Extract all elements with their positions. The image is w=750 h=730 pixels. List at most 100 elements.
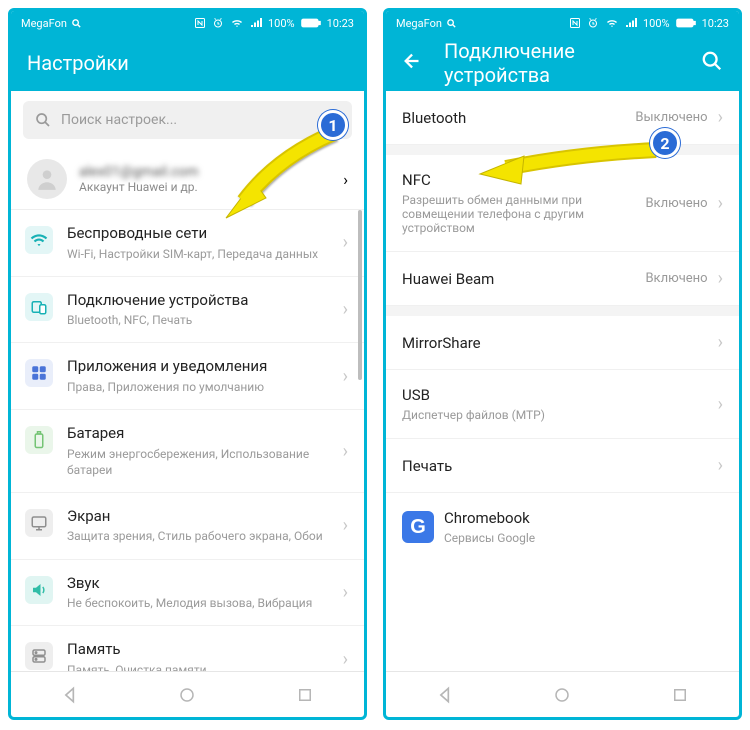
chevron-right-icon: › bbox=[718, 394, 723, 415]
settings-item-sound[interactable]: Звук Не беспокоить, Мелодия вызова, Вибр… bbox=[11, 560, 364, 627]
row-huawei-beam[interactable]: Huawei Beam Включено › bbox=[386, 252, 739, 306]
search-mini-icon bbox=[446, 18, 457, 29]
row-title: NFC bbox=[402, 171, 635, 189]
item-title: Беспроводные сети bbox=[67, 224, 329, 244]
battery-pct: 100% bbox=[643, 17, 670, 30]
android-navbar bbox=[11, 671, 364, 717]
section-divider bbox=[386, 145, 739, 155]
nfc-status-icon bbox=[194, 17, 206, 29]
search-mini-icon bbox=[71, 18, 82, 29]
wifi-icon bbox=[605, 17, 619, 29]
row-subtitle: Сервисы Google bbox=[444, 531, 654, 545]
search-button[interactable] bbox=[701, 50, 723, 76]
wifi-settings-icon bbox=[25, 226, 53, 254]
row-chromebook[interactable]: G Chromebook Сервисы Google bbox=[386, 493, 739, 561]
chevron-right-icon: › bbox=[343, 515, 348, 536]
chevron-right-icon: › bbox=[343, 649, 348, 670]
row-mirrorshare[interactable]: MirrorShare › bbox=[386, 316, 739, 370]
nav-back-button[interactable] bbox=[415, 685, 475, 705]
account-row[interactable]: alex01@gmail.com Аккаунт Huawei и др. › bbox=[11, 149, 364, 210]
item-title: Звук bbox=[67, 574, 329, 594]
row-title: USB bbox=[402, 386, 708, 404]
row-value: Выключено bbox=[635, 110, 707, 125]
row-subtitle: Разрешить обмен данными при совмещении т… bbox=[402, 193, 612, 235]
storage-icon bbox=[25, 642, 53, 670]
chevron-right-icon: › bbox=[343, 366, 348, 387]
settings-item-apps[interactable]: Приложения и уведомления Права, Приложен… bbox=[11, 343, 364, 410]
chevron-right-icon: › bbox=[718, 332, 723, 353]
page-title: Подключение устройства bbox=[444, 39, 681, 87]
row-title: MirrorShare bbox=[402, 334, 708, 352]
avatar bbox=[27, 159, 67, 199]
settings-item-display[interactable]: Экран Защита зрения, Стиль рабочего экра… bbox=[11, 493, 364, 560]
annotation-badge-1: 1 bbox=[318, 110, 348, 140]
back-button[interactable] bbox=[402, 50, 424, 76]
wifi-icon bbox=[230, 17, 244, 29]
page-title: Настройки bbox=[27, 51, 348, 75]
chevron-right-icon: › bbox=[343, 232, 348, 253]
status-bar: MegaFon 100% 10:23 bbox=[11, 11, 364, 35]
chevron-right-icon: › bbox=[343, 170, 348, 189]
item-subtitle: Не беспокоить, Мелодия вызова, Вибрация bbox=[67, 595, 329, 611]
item-subtitle: Bluetooth, NFC, Печать bbox=[67, 312, 329, 328]
search-input[interactable]: Поиск настроек... bbox=[23, 101, 352, 139]
alarm-icon bbox=[587, 17, 599, 29]
android-navbar bbox=[386, 671, 739, 717]
apps-icon bbox=[25, 359, 53, 387]
item-title: Память bbox=[67, 640, 329, 660]
phone-right-device-connectivity: MegaFon 100% 10:23 Подключение устройств… bbox=[383, 8, 742, 720]
carrier-label: MegaFon bbox=[21, 17, 67, 30]
display-icon bbox=[25, 509, 53, 537]
battery-pct: 100% bbox=[268, 17, 295, 30]
row-value: Включено bbox=[645, 271, 707, 286]
clock-label: 10:23 bbox=[702, 17, 729, 30]
nav-recents-button[interactable] bbox=[650, 686, 710, 704]
section-divider bbox=[386, 306, 739, 316]
row-subtitle: Диспетчер файлов (MTP) bbox=[402, 408, 612, 422]
connectivity-list: Bluetooth Выключено › NFC Разрешить обме… bbox=[386, 91, 739, 671]
item-subtitle: Режим энергосбережения, Использование ба… bbox=[67, 446, 329, 478]
settings-list: Беспроводные сети Wi-Fi, Настройки SIM-к… bbox=[11, 210, 364, 671]
search-placeholder: Поиск настроек... bbox=[61, 112, 177, 128]
account-sub: Аккаунт Huawei и др. bbox=[79, 180, 331, 194]
annotation-badge-2: 2 bbox=[650, 128, 680, 158]
row-title: Bluetooth bbox=[402, 109, 625, 127]
chevron-right-icon: › bbox=[343, 441, 348, 462]
chevron-right-icon: › bbox=[343, 582, 348, 603]
status-bar: MegaFon 100% 10:23 bbox=[386, 11, 739, 35]
phone-left-settings: MegaFon 100% 10:23 Настройки Поиск настр… bbox=[8, 8, 367, 720]
item-title: Экран bbox=[67, 507, 329, 527]
nav-recents-button[interactable] bbox=[275, 686, 335, 704]
chromebook-logo-icon: G bbox=[402, 511, 434, 543]
scrollbar[interactable] bbox=[358, 210, 362, 380]
row-title: Печать bbox=[402, 457, 708, 475]
item-subtitle: Память, Очистка памяти bbox=[67, 662, 329, 671]
nav-home-button[interactable] bbox=[157, 686, 217, 704]
appbar-device-connectivity: Подключение устройства bbox=[386, 35, 739, 91]
row-usb[interactable]: USB Диспетчер файлов (MTP) › bbox=[386, 370, 739, 439]
settings-item-storage[interactable]: Память Память, Очистка памяти › bbox=[11, 626, 364, 671]
row-title: Chromebook bbox=[444, 509, 723, 527]
nav-home-button[interactable] bbox=[532, 686, 592, 704]
nav-back-button[interactable] bbox=[40, 685, 100, 705]
chevron-right-icon: › bbox=[718, 268, 723, 289]
signal-icon bbox=[625, 17, 637, 29]
row-bluetooth[interactable]: Bluetooth Выключено › bbox=[386, 91, 739, 145]
item-title: Подключение устройства bbox=[67, 291, 329, 311]
device-connect-icon bbox=[25, 293, 53, 321]
item-title: Приложения и уведомления bbox=[67, 357, 329, 377]
row-value: Включено bbox=[645, 196, 707, 211]
account-email-blurred: alex01@gmail.com bbox=[79, 164, 331, 180]
item-subtitle: Права, Приложения по умолчанию bbox=[67, 379, 329, 395]
sound-icon bbox=[25, 576, 53, 604]
row-print[interactable]: Печать › bbox=[386, 439, 739, 493]
alarm-icon bbox=[212, 17, 224, 29]
settings-item-battery[interactable]: Батарея Режим энергосбережения, Использо… bbox=[11, 410, 364, 493]
appbar-settings: Настройки bbox=[11, 35, 364, 91]
settings-item-wireless[interactable]: Беспроводные сети Wi-Fi, Настройки SIM-к… bbox=[11, 210, 364, 277]
battery-icon bbox=[301, 18, 321, 28]
chevron-right-icon: › bbox=[718, 107, 723, 128]
item-subtitle: Защита зрения, Стиль рабочего экрана, Об… bbox=[67, 528, 329, 544]
settings-item-device-connectivity[interactable]: Подключение устройства Bluetooth, NFC, П… bbox=[11, 277, 364, 344]
row-nfc[interactable]: NFC Разрешить обмен данными при совмещен… bbox=[386, 155, 739, 252]
